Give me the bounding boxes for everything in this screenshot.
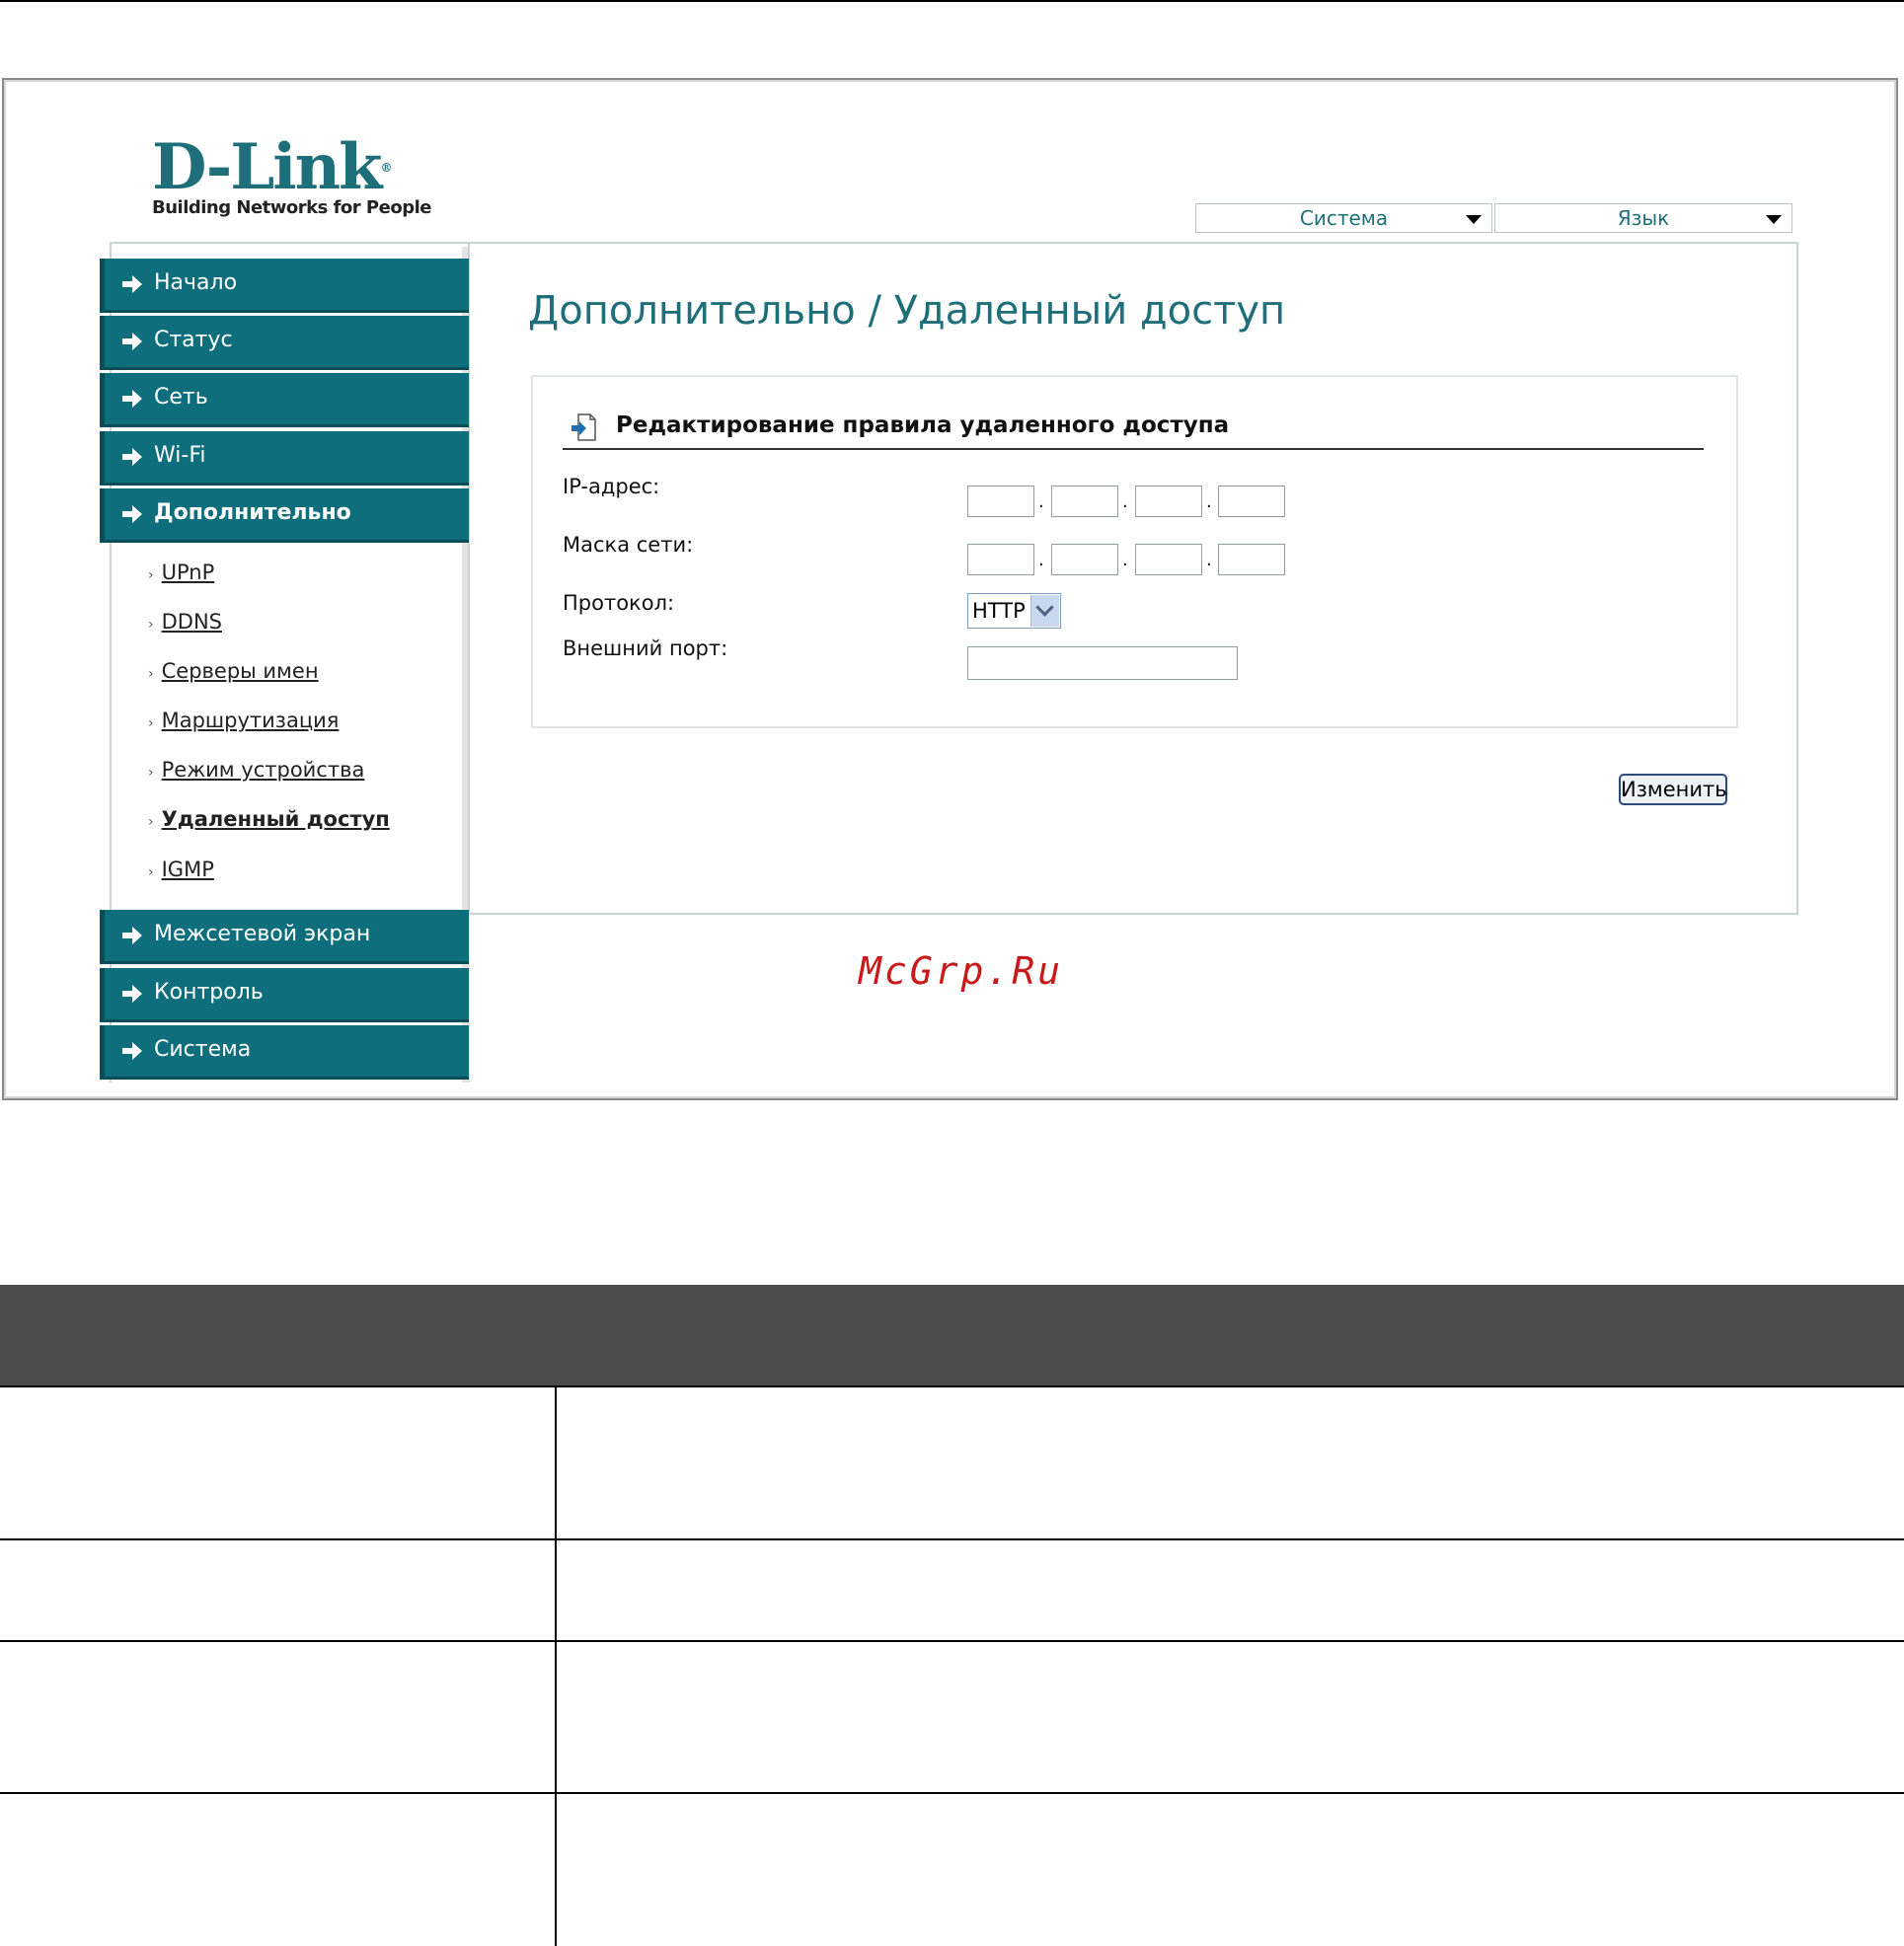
table-row (0, 1792, 1904, 1946)
subnav-item-label[interactable]: IGMP (162, 858, 214, 881)
nav-item-wifi[interactable]: Wi-Fi (100, 431, 469, 486)
logo-registered-mark: ® (380, 161, 392, 175)
section-title: Редактирование правила удаленного доступ… (616, 412, 1230, 438)
arrow-right-icon (122, 275, 142, 293)
bullet-icon: › (148, 765, 154, 781)
ip-separator: . (1206, 491, 1212, 512)
subnav-item-routing[interactable]: › Маршрутизация (148, 709, 339, 732)
table-header (0, 1285, 1904, 1385)
arrow-right-icon (122, 927, 142, 944)
bullet-icon: › (148, 617, 154, 633)
mask-octet-4-input[interactable] (1218, 544, 1285, 575)
external-port-input[interactable] (967, 646, 1238, 680)
subnav-item-ddns[interactable]: › DDNS (148, 610, 222, 634)
arrow-right-icon (122, 1042, 142, 1060)
logo-tagline: Building Networks for People (152, 197, 431, 218)
table-row (0, 1640, 1904, 1792)
language-menu-label: Язык (1617, 206, 1670, 230)
nav-item-firewall[interactable]: Межсетевой экран (100, 910, 469, 964)
table-cell-divider (555, 1387, 557, 1538)
subnav-item-dns-servers[interactable]: › Серверы имен (148, 659, 319, 683)
top-rule (0, 0, 1904, 2)
protocol-label: Протокол: (563, 591, 675, 615)
nav-item-label: Начало (154, 270, 238, 295)
table-row (0, 1385, 1904, 1538)
nav-item-network[interactable]: Сеть (100, 373, 469, 427)
nav-item-advanced[interactable]: Дополнительно (100, 488, 469, 543)
subnav-item-remote-access[interactable]: › Удаленный доступ (148, 807, 390, 831)
document-edit-icon (571, 413, 596, 441)
subnav-item-igmp[interactable]: › IGMP (148, 858, 214, 881)
ip-separator: . (1038, 491, 1044, 512)
mask-octet-1-input[interactable] (967, 544, 1034, 575)
language-menu-select[interactable]: Язык (1494, 203, 1792, 233)
page-title: Дополнительно / Удаленный доступ (528, 288, 1286, 334)
mask-separator: . (1206, 550, 1212, 570)
subnav-item-label[interactable]: UPnP (162, 561, 215, 584)
subnav-item-label[interactable]: Маршрутизация (162, 709, 340, 732)
nav-item-label: Контроль (154, 980, 264, 1005)
table-cell-divider (555, 1642, 557, 1792)
dlink-logo: D-Link® Building Networks for People (152, 136, 431, 219)
ip-octet-3-input[interactable] (1135, 486, 1202, 517)
bullet-icon: › (148, 814, 154, 830)
subnav-item-label[interactable]: Серверы имен (162, 659, 319, 683)
nav-item-control[interactable]: Контроль (100, 968, 469, 1022)
logo-brand: D-Link (152, 130, 382, 204)
subnav-item-label[interactable]: Удаленный доступ (162, 807, 390, 831)
system-menu-select[interactable]: Система (1195, 203, 1492, 233)
bullet-icon: › (148, 666, 154, 682)
chevron-down-icon[interactable] (1030, 595, 1059, 627)
protocol-select[interactable]: HTTP (967, 593, 1061, 629)
subnav-item-label[interactable]: DDNS (162, 610, 222, 634)
table-cell-divider (555, 1794, 557, 1946)
nav-item-label: Дополнительно (154, 500, 351, 525)
mask-separator: . (1122, 550, 1128, 570)
netmask-label: Маска сети: (563, 533, 694, 557)
ip-address-label: IP-адрес: (563, 475, 660, 498)
system-menu-label: Система (1299, 206, 1389, 230)
nav-item-label: Wi-Fi (154, 443, 206, 468)
arrow-right-icon (122, 985, 142, 1003)
nav-item-label: Межсетевой экран (154, 922, 371, 946)
arrow-right-icon (122, 333, 142, 350)
arrow-right-icon (122, 505, 142, 523)
mask-separator: . (1038, 550, 1044, 570)
dropdown-arrow-icon (1466, 215, 1482, 224)
nav-item-home[interactable]: Начало (100, 259, 469, 313)
protocol-value: HTTP (972, 599, 1026, 623)
nav-item-status[interactable]: Статус (100, 316, 469, 370)
dropdown-arrow-icon (1766, 215, 1782, 224)
arrow-right-icon (122, 390, 142, 408)
external-port-label: Внешний порт: (563, 636, 728, 660)
change-button[interactable]: Изменить (1619, 774, 1727, 805)
nav-item-label: Система (154, 1037, 252, 1062)
section-header: Редактирование правила удаленного доступ… (563, 411, 1704, 450)
nav-item-label: Сеть (154, 385, 208, 410)
table-cell-divider (555, 1540, 557, 1640)
subnav-item-device-mode[interactable]: › Режим устройства (148, 758, 364, 782)
ip-separator: . (1122, 491, 1128, 512)
ip-octet-4-input[interactable] (1218, 486, 1285, 517)
bullet-icon: › (148, 567, 154, 583)
ip-octet-1-input[interactable] (967, 486, 1034, 517)
subnav-item-upnp[interactable]: › UPnP (148, 561, 214, 584)
bullet-icon: › (148, 715, 154, 731)
nav-item-system[interactable]: Система (100, 1025, 469, 1080)
mask-octet-3-input[interactable] (1135, 544, 1202, 575)
mask-octet-2-input[interactable] (1051, 544, 1118, 575)
ip-octet-2-input[interactable] (1051, 486, 1118, 517)
arrow-right-icon (122, 448, 142, 466)
watermark-text: McGrp.Ru (859, 949, 1064, 993)
subnav-item-label[interactable]: Режим устройства (162, 758, 365, 782)
bullet-icon: › (148, 864, 154, 880)
nav-item-label: Статус (154, 328, 233, 352)
table-row (0, 1538, 1904, 1640)
